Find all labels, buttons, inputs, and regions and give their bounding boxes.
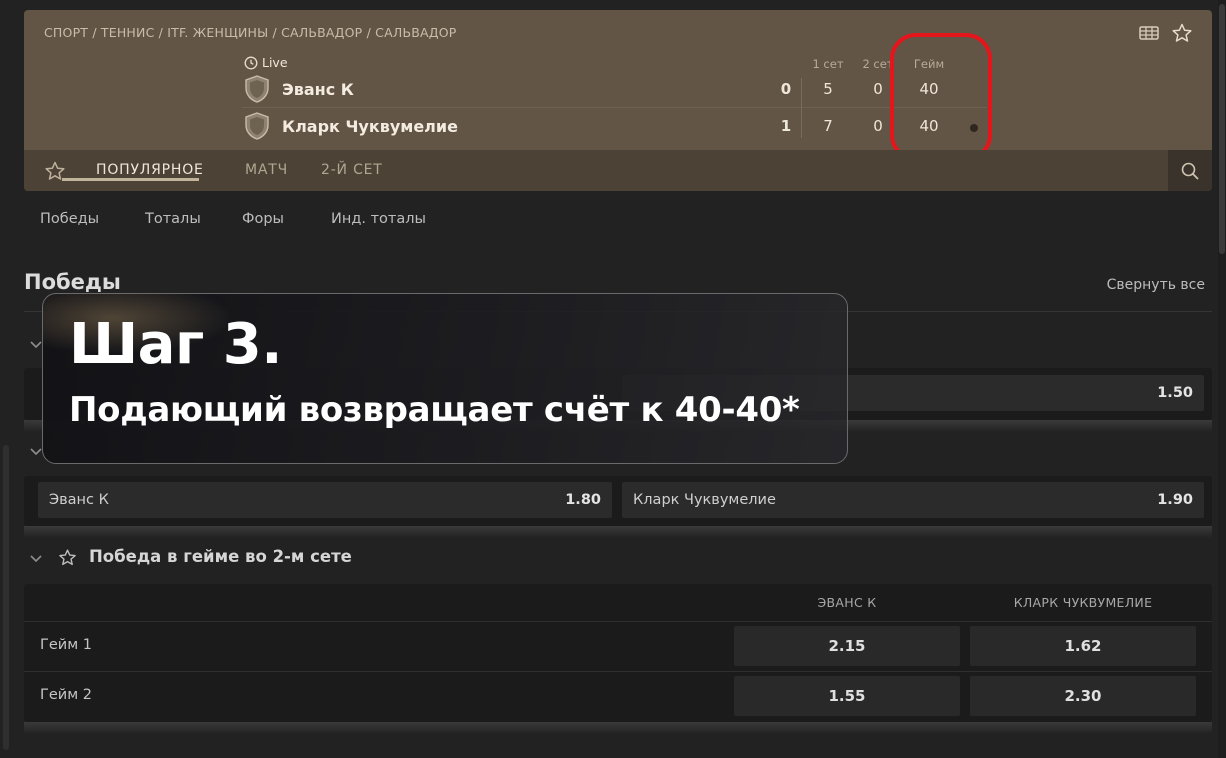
sets-score: 1 bbox=[780, 117, 792, 135]
set1-score: 7 bbox=[823, 117, 833, 135]
sets-score: 0 bbox=[780, 80, 792, 98]
active-tab-indicator bbox=[62, 178, 199, 181]
table-row-label: Гейм 2 bbox=[40, 687, 92, 703]
odd-value: 1.50 bbox=[1157, 385, 1193, 401]
subnav-ind-totals[interactable]: Инд. тоталы bbox=[331, 211, 426, 227]
section-title: Победы bbox=[24, 270, 121, 294]
odd-name: Кларк Чуквумелие bbox=[633, 492, 776, 508]
subnav-handicaps[interactable]: Форы bbox=[242, 211, 284, 227]
shield-icon bbox=[245, 112, 269, 140]
scrollbar-thumb[interactable] bbox=[1219, 4, 1225, 254]
team-name: Кларк Чуквумелие bbox=[282, 116, 458, 136]
overlay-step-title: Шаг 3. bbox=[69, 312, 282, 377]
scoreboard-icon[interactable] bbox=[1138, 22, 1160, 44]
subnav-totals[interactable]: Тоталы bbox=[145, 211, 201, 227]
market-shadow bbox=[24, 722, 1212, 734]
highlight-circle bbox=[890, 33, 992, 161]
odd-name: Эванс К bbox=[49, 492, 109, 508]
team-name: Эванс К bbox=[282, 79, 354, 99]
column-set1: 1 сет bbox=[812, 57, 844, 71]
odd-cell[interactable]: 2.15 bbox=[734, 626, 960, 666]
chevron-down-icon[interactable] bbox=[28, 550, 44, 566]
odd-cell[interactable]: 2.30 bbox=[970, 676, 1196, 716]
table-divider bbox=[24, 671, 1212, 672]
odd-value: 1.80 bbox=[565, 492, 601, 508]
collapse-all-link[interactable]: Свернуть все bbox=[1107, 277, 1205, 293]
table-header-home: ЭВАНС К bbox=[817, 595, 877, 610]
page-scrollbar[interactable] bbox=[1218, 0, 1226, 758]
search-icon bbox=[1181, 162, 1199, 180]
match-header: СПОРТ / ТЕННИС / ITF. ЖЕНЩИНЫ / САЛЬВАДО… bbox=[24, 10, 1212, 191]
overlay-step-text: Подающий возвращает счёт к 40-40* bbox=[69, 390, 800, 430]
side-scrollbar[interactable] bbox=[3, 445, 9, 750]
live-indicator: Live bbox=[244, 55, 288, 70]
team-row-home: Эванс К bbox=[242, 73, 354, 105]
market-title[interactable]: Победа в гейме во 2-м сете bbox=[89, 547, 352, 566]
breadcrumb[interactable]: СПОРТ / ТЕННИС / ITF. ЖЕНЩИНЫ / САЛЬВАДО… bbox=[44, 25, 457, 40]
market-winner: Эванс К 1.80 Кларк Чуквумелие 1.90 bbox=[24, 476, 1212, 526]
live-label: Live bbox=[262, 55, 288, 70]
tutorial-overlay: Шаг 3. Подающий возвращает счёт к 40-40* bbox=[42, 293, 848, 464]
odd-value: 1.90 bbox=[1157, 492, 1193, 508]
tab-set2[interactable]: 2-Й СЕТ bbox=[321, 162, 383, 178]
clock-icon bbox=[244, 56, 258, 69]
shield-icon bbox=[245, 75, 269, 103]
odd-cell[interactable]: 1.62 bbox=[970, 626, 1196, 666]
odd-button-home[interactable]: Эванс К 1.80 bbox=[38, 482, 612, 518]
market-shadow bbox=[24, 526, 1212, 538]
favorite-star-icon[interactable] bbox=[1171, 22, 1193, 44]
tab-match[interactable]: МАТЧ bbox=[245, 162, 288, 178]
odd-button-away[interactable]: Кларк Чуквумелие 1.90 bbox=[622, 482, 1204, 518]
set1-score: 5 bbox=[823, 80, 833, 98]
odd-cell[interactable]: 1.55 bbox=[734, 676, 960, 716]
table-row-label: Гейм 1 bbox=[40, 637, 92, 653]
market-tabs: ПОПУЛЯРНОЕ МАТЧ 2-Й СЕТ bbox=[24, 150, 1212, 191]
table-divider bbox=[24, 621, 1212, 622]
subnav-wins[interactable]: Победы bbox=[40, 211, 99, 227]
tab-popular[interactable]: ПОПУЛЯРНОЕ bbox=[96, 162, 204, 178]
row-divider bbox=[242, 107, 987, 108]
team-row-away: Кларк Чуквумелие bbox=[242, 110, 458, 142]
table-header-away: КЛАРК ЧУКВУМЕЛИЕ bbox=[1013, 595, 1153, 610]
search-button[interactable] bbox=[1168, 150, 1212, 191]
star-icon[interactable] bbox=[58, 548, 77, 567]
